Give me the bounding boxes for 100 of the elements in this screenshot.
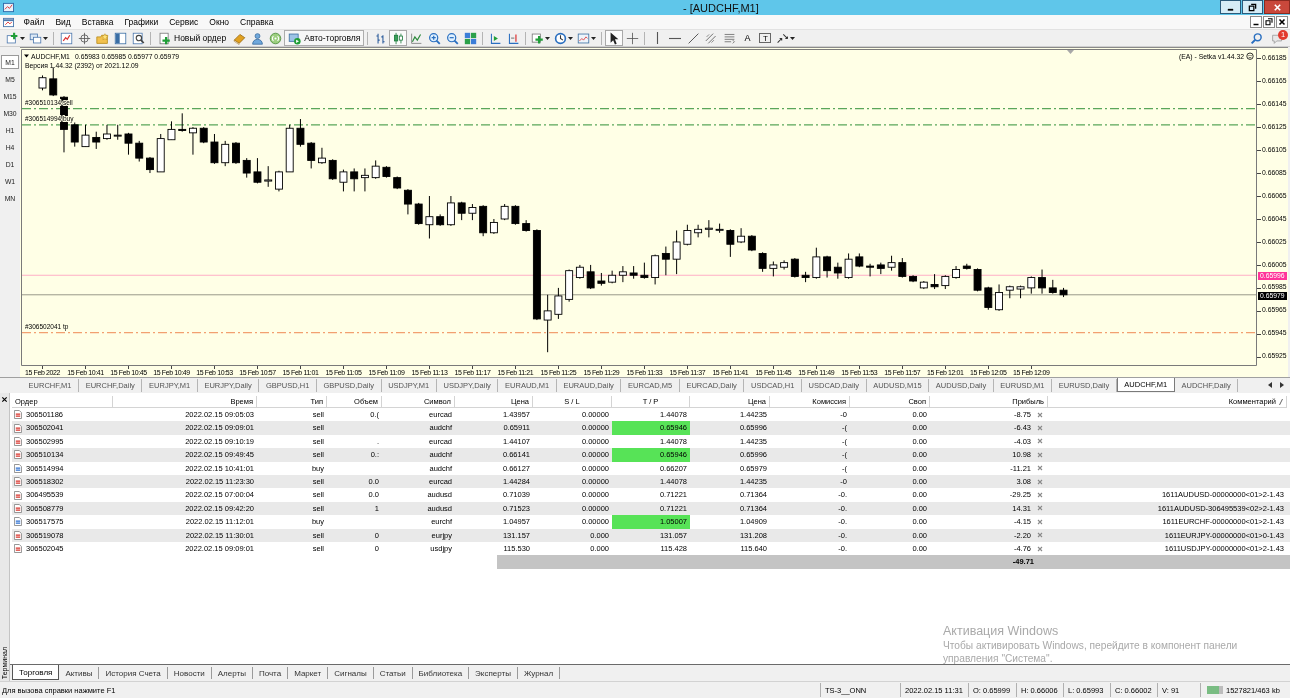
candle [468,203,477,221]
zoom-out-icon [445,31,459,45]
candle [1016,285,1025,299]
right-arrow-icon[interactable] [1279,381,1285,389]
caret-icon [568,36,574,40]
close-button[interactable] [1264,0,1290,14]
clock-icon [554,31,568,45]
close-icon[interactable] [1,396,8,403]
candle [350,167,359,192]
candle [81,124,90,148]
document-icon [14,450,22,460]
toolbar-button[interactable] [552,30,576,46]
caret-icon [591,36,597,40]
menu-item[interactable]: Файл [18,15,50,29]
axes-bar-icon [506,31,520,45]
close-button[interactable] [1276,16,1288,28]
candle [285,124,294,173]
menu-item[interactable]: Окно [203,15,235,29]
menu-item[interactable]: Вид [49,15,77,29]
terminal-tab[interactable]: Сигналы [328,667,374,679]
candle [952,265,960,280]
candle [930,273,939,290]
terminal-tab[interactable]: Журнал [517,667,561,679]
caret-icon [545,36,551,40]
candle [371,159,380,180]
candle [726,228,735,258]
text-tool-button[interactable]: A [738,30,757,46]
candle [586,264,595,290]
restore-button[interactable] [1263,16,1275,28]
document-icon [14,517,22,527]
terminal-tab[interactable]: Эксперты [469,667,518,679]
minimize-button[interactable] [1220,0,1241,14]
terminal-tab[interactable]: Библиотека [412,667,470,679]
candle [124,132,133,156]
candle [275,170,283,192]
candle [876,262,885,275]
candlestick-icon [391,31,405,45]
crosshair-icon [625,31,639,45]
caret-icon [24,54,29,58]
caret-icon [790,36,796,40]
add-document-icon [158,31,171,45]
left-arrow-icon[interactable] [1267,381,1273,389]
candle [382,165,391,179]
terminal-tab[interactable]: Новости [167,667,212,679]
candle [92,131,101,150]
restore-icon [1265,18,1273,26]
candle [156,133,165,173]
label-tool-button[interactable]: T [756,30,775,46]
terminal-tab[interactable]: Алерты [211,667,253,679]
terminal-tab[interactable]: Маркет [288,667,329,679]
candle [113,124,122,141]
minimize-button[interactable] [1250,16,1262,28]
terminal-tab[interactable]: Статьи [373,667,413,679]
candle [683,224,692,246]
terminal-tab[interactable]: Почта [252,667,289,679]
terminal-tab[interactable]: История Счета [99,667,168,679]
cursor-icon [609,31,619,45]
candle [909,274,918,283]
autotrading-button[interactable]: Авто-торговля [284,30,365,46]
add-box-icon [531,31,545,45]
levels-icon [722,31,736,45]
toolbar-button[interactable] [605,30,624,46]
candle [855,252,864,268]
candle [49,66,58,97]
windows-icon [29,31,42,45]
candle [984,286,993,311]
candle [715,223,724,234]
candle [919,280,928,290]
candle [511,204,520,226]
candle [597,272,606,287]
menu-item[interactable]: Вставка [76,15,119,29]
menu-item[interactable]: Справка [234,15,279,29]
new-order-button[interactable]: Новый ордер [154,30,231,46]
candle [608,270,617,284]
candle [801,271,810,283]
triangle-marker-icon [1067,50,1074,54]
candle [823,255,832,279]
document-icon [14,544,22,554]
candle [296,118,305,148]
candle [866,263,875,277]
candle [210,133,219,165]
restore-button[interactable] [1242,0,1263,14]
book-icon [232,31,246,45]
candle [973,267,982,292]
chart-window-icon [59,31,73,45]
terminal-tab[interactable]: Торговля [12,665,60,680]
caret-icon [43,36,48,40]
grid-icon [463,31,477,45]
smiley-icon [1246,52,1254,60]
terminal-tab[interactable]: Активы [59,667,100,679]
user-icon [250,31,264,45]
axes-play-icon [488,31,502,45]
menu-item[interactable]: Графики [118,15,164,29]
target-icon [77,31,91,45]
candle [651,254,660,285]
menu-item[interactable]: Сервис [163,15,204,29]
document-icon [14,530,22,540]
sort-icon [1279,397,1283,406]
horizontal-line-icon [669,36,682,40]
candle [425,195,434,239]
